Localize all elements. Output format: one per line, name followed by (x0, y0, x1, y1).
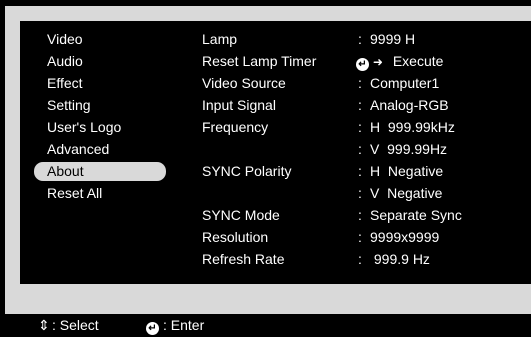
info-row-frequency-h: Frequency : H 999.99kHz (188, 118, 526, 137)
info-label: Frequency (188, 118, 351, 137)
info-row-input-signal: Input Signal : Analog-RGB (188, 96, 526, 115)
menu-item-advanced[interactable]: Advanced (34, 140, 166, 159)
colon-separator: : (358, 119, 362, 135)
enter-button-icon: ↵ (356, 58, 369, 71)
info-label: Resolution (188, 228, 351, 247)
menu-item-effect[interactable]: Effect (34, 74, 166, 93)
info-label: SYNC Polarity (188, 162, 351, 181)
info-label: Lamp (188, 30, 351, 49)
info-label: Refresh Rate (188, 250, 351, 269)
enter-button-icon: ↵ (146, 314, 159, 337)
info-row-resolution: Resolution : 9999x9999 (188, 228, 526, 247)
info-row-lamp: Lamp : 9999 H (188, 30, 526, 49)
execute-label: Execute (392, 53, 444, 69)
enter-hint: : Enter (163, 317, 205, 333)
menu-item-video[interactable]: Video (34, 30, 166, 49)
colon-separator: : (358, 75, 362, 91)
info-label (188, 140, 351, 159)
menu-item-users-logo[interactable]: User's Logo (34, 118, 166, 137)
colon-separator: : (358, 163, 362, 179)
info-value: V 999.99Hz (370, 141, 448, 157)
about-info-list: Lamp : 9999 H Reset Lamp Timer ↵ ➜ Execu… (188, 30, 526, 272)
info-row-sync-polarity-v: : V Negative (188, 184, 526, 203)
menu-item-audio[interactable]: Audio (34, 52, 166, 71)
colon-separator: : (358, 185, 362, 201)
info-label: Video Source (188, 74, 351, 93)
projector-osd-screen: Video Audio Effect Setting User's Logo A… (0, 0, 531, 337)
info-value: Analog-RGB (370, 97, 449, 113)
info-row-reset-lamp-timer[interactable]: Reset Lamp Timer ↵ ➜ Execute (188, 52, 526, 71)
menu-item-about[interactable]: About (34, 162, 166, 181)
execute-action[interactable]: ↵ ➜ Execute (356, 52, 443, 72)
up-down-arrow-icon: ⇕ (38, 317, 50, 333)
info-label: SYNC Mode (188, 206, 351, 225)
select-hint: : Select (52, 317, 99, 333)
main-menu: Video Audio Effect Setting User's Logo A… (34, 30, 166, 206)
info-value: V Negative (370, 185, 443, 201)
info-row-sync-mode: SYNC Mode : Separate Sync (188, 206, 526, 225)
info-value: 9999x9999 (370, 229, 440, 245)
info-label (188, 184, 351, 203)
info-row-refresh-rate: Refresh Rate : 999.9 Hz (188, 250, 526, 269)
info-row-video-source: Video Source : Computer1 (188, 74, 526, 93)
colon-separator: : (358, 97, 362, 113)
info-label[interactable]: Reset Lamp Timer (188, 52, 351, 71)
colon-separator: : (358, 207, 362, 223)
info-label: Input Signal (188, 96, 351, 115)
colon-separator: : (358, 229, 362, 245)
info-value: H 999.99kHz (370, 119, 455, 135)
menu-item-reset-all[interactable]: Reset All (34, 184, 166, 203)
colon-separator: : (358, 251, 362, 267)
menu-item-setting[interactable]: Setting (34, 96, 166, 115)
info-value: H Negative (370, 163, 444, 179)
info-row-frequency-v: : V 999.99Hz (188, 140, 526, 159)
arrow-right-icon: ➜ (372, 55, 383, 69)
info-value: Computer1 (370, 75, 440, 91)
info-value: 9999 H (370, 31, 416, 47)
info-value: 999.9 Hz (370, 251, 430, 267)
colon-separator: : (358, 31, 362, 47)
info-row-sync-polarity-h: SYNC Polarity : H Negative (188, 162, 526, 181)
help-bar: ⇕ : Select ↵ : Enter (0, 314, 531, 337)
info-value: Separate Sync (370, 207, 462, 223)
colon-separator: : (358, 141, 362, 157)
